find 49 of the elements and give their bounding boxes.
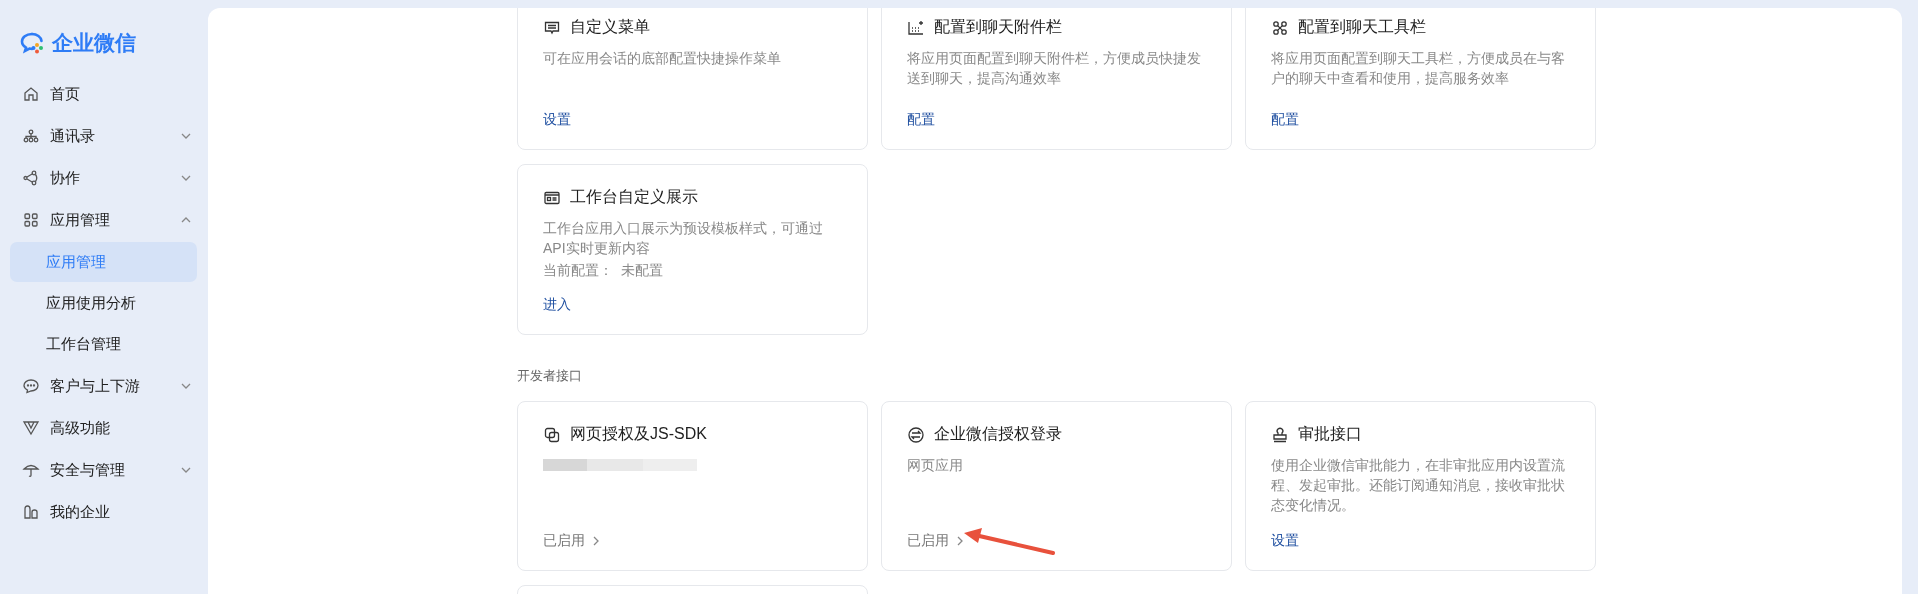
logo-icon <box>20 31 46 55</box>
status-link[interactable]: 已启用 <box>907 532 965 550</box>
card-title: 配置到聊天工具栏 <box>1298 17 1426 37</box>
card-title: 企业微信授权登录 <box>934 424 1062 444</box>
scissors-icon <box>1271 18 1289 37</box>
sidebar-subitem[interactable]: 应用使用分析 <box>10 283 197 323</box>
config-value: 未配置 <box>621 262 663 280</box>
sidebar-item[interactable]: 客户与上下游 <box>0 365 208 407</box>
action-link[interactable]: 配置 <box>907 111 935 129</box>
card-description: 可在应用会话的底部配置快捷操作菜单 <box>543 49 782 68</box>
card-title: 审批接口 <box>1298 424 1362 444</box>
action-link[interactable]: 设置 <box>1271 532 1299 550</box>
circle-arrows-icon <box>907 425 925 444</box>
nodes-icon <box>22 169 40 187</box>
status-link[interactable]: 已启用 <box>543 532 601 550</box>
config-label: 当前配置： <box>543 262 613 280</box>
sidebar-subitem[interactable]: 工作台管理 <box>10 324 197 364</box>
sidebar-item[interactable]: 通讯录 <box>0 115 208 157</box>
card-title: 配置到聊天附件栏 <box>934 17 1062 37</box>
buildings-icon <box>22 503 40 521</box>
grid-icon <box>22 211 40 229</box>
card-description: 网页应用 <box>907 456 964 475</box>
card-title: 自定义菜单 <box>570 17 650 37</box>
overlap-squares-icon <box>543 425 561 444</box>
sidebar-item[interactable]: 首页 <box>0 73 208 115</box>
chat-bubble-icon <box>22 377 40 395</box>
stamp-icon <box>1271 425 1289 444</box>
home-icon <box>22 85 40 103</box>
card-description: 使用企业微信审批能力，在非审批应用内设置流程、发起审批。还能订阅通知消息，接收审批状态变化情况。 <box>1271 456 1566 515</box>
dotted-panel-icon <box>907 18 925 37</box>
sidebar-item[interactable]: 安全与管理 <box>0 449 208 491</box>
card-description: 工作台应用入口展示为预设模板样式，可通过API实时更新内容 <box>543 219 824 258</box>
chevron-right-icon <box>955 535 965 547</box>
action-link[interactable]: 配置 <box>1271 111 1299 129</box>
sidebar-item[interactable]: 应用管理 <box>0 199 208 241</box>
logo-text: 企业微信 <box>52 30 136 56</box>
sidebar-item[interactable]: 我的企业 <box>0 491 208 533</box>
card-title: 网页授权及JS-SDK <box>570 424 707 444</box>
org-chart-icon <box>22 127 40 145</box>
chevron-right-icon <box>591 535 601 547</box>
action-link[interactable]: 进入 <box>543 296 571 314</box>
sidebar-item[interactable]: 高级功能 <box>0 407 208 449</box>
card-title: 工作台自定义展示 <box>570 187 698 207</box>
card-description: 将应用页面配置到聊天工具栏，方便成员在与客户的聊天中查看和使用，提高服务效率 <box>1271 49 1566 88</box>
section-heading: 开发者接口 <box>517 367 583 385</box>
sidebar-item[interactable]: 协作 <box>0 157 208 199</box>
triangle-icon <box>22 419 40 437</box>
card-description: 将应用页面配置到聊天附件栏，方便成员快捷发送到聊天，提高沟通效率 <box>907 49 1202 88</box>
action-link[interactable]: 设置 <box>543 111 571 129</box>
